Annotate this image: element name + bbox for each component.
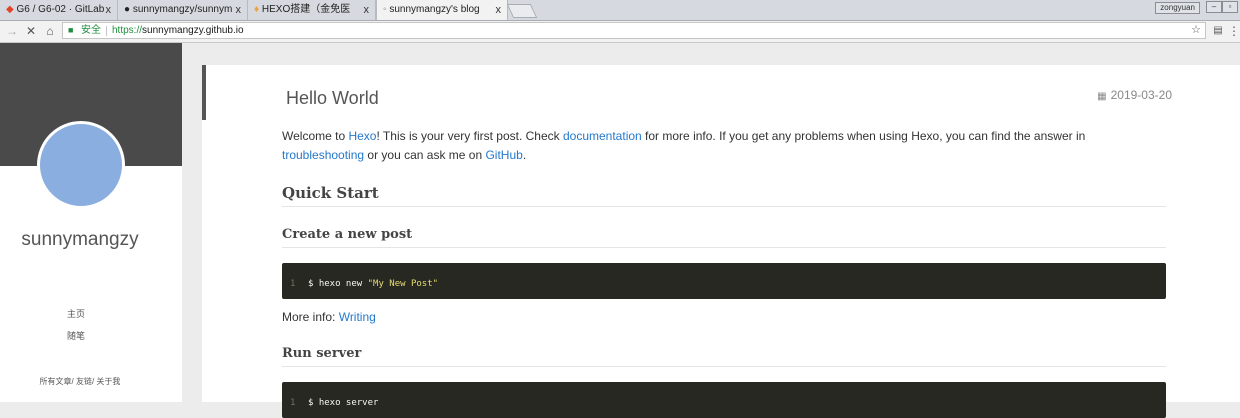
tab-github[interactable]: ● sunnymangzy/sunnym x — [118, 0, 248, 20]
sidebar-footer-links[interactable]: 所有文章/ 友链/ 关于我 — [0, 376, 160, 387]
tab-title: sunnymangzy/sunnym — [132, 4, 233, 15]
new-tab-button[interactable] — [506, 4, 538, 18]
page-favicon-icon: ♦ — [254, 4, 260, 15]
profile-badge[interactable]: zongyuan — [1155, 2, 1200, 14]
heading-run-server: Run server — [282, 344, 1166, 367]
nav-item-home[interactable]: 主页 — [0, 307, 152, 320]
lock-icon: ■ — [68, 25, 74, 35]
forward-icon[interactable]: → — [4, 23, 20, 39]
line-number: 1 — [290, 279, 296, 289]
github-icon: ● — [124, 4, 131, 15]
home-icon[interactable]: ⌂ — [42, 23, 58, 39]
tab-title: HEXO搭建（金免医 — [261, 4, 351, 15]
extension-icon[interactable]: ▤ — [1210, 23, 1226, 39]
github-link[interactable]: GitHub — [485, 148, 522, 162]
title-accent-bar — [202, 65, 206, 120]
tab-strip: ◆ G6 / G6-02 · GitLab x ● sunnymangzy/su… — [0, 0, 1240, 21]
sidebar: sunnymangzy 主页 随笔 所有文章/ 友链/ 关于我 — [0, 43, 182, 402]
restore-button[interactable]: ▫ — [1222, 1, 1238, 13]
menu-icon[interactable]: ⋮ — [1226, 23, 1240, 39]
close-tab-icon[interactable]: x — [496, 0, 502, 20]
close-tab-icon[interactable]: x — [364, 0, 370, 20]
tab-title: sunnymangzy's blog — [389, 4, 480, 15]
code-block-server[interactable]: 1 $ hexo server — [282, 382, 1166, 418]
heading-quick-start: Quick Start — [282, 184, 1166, 207]
url-text[interactable]: https://sunnymangzy.github.io — [112, 23, 244, 38]
nav-item-notes[interactable]: 随笔 — [0, 329, 152, 342]
address-bar[interactable]: ■ 安全 https://sunnymangzy.github.io ☆ — [62, 22, 1206, 39]
code-text: $ hexo new "My New Post" — [308, 279, 439, 289]
stop-icon[interactable]: ✕ — [23, 23, 39, 39]
writing-link[interactable]: Writing — [339, 310, 376, 324]
more-info-line: More info: Writing — [282, 310, 376, 324]
avatar[interactable] — [37, 121, 125, 209]
tab-title: G6 / G6-02 · GitLab — [16, 4, 105, 15]
line-number: 1 — [290, 398, 296, 408]
gitlab-icon: ◆ — [6, 4, 14, 15]
page-viewport: sunnymangzy 主页 随笔 所有文章/ 友链/ 关于我 Hello Wo… — [0, 43, 1240, 418]
address-separator — [106, 26, 107, 36]
close-tab-icon[interactable]: x — [106, 0, 112, 20]
heading-create-post: Create a new post — [282, 225, 1166, 248]
documentation-link[interactable]: documentation — [563, 129, 642, 143]
post-title[interactable]: Hello World — [286, 88, 379, 109]
intro-paragraph: Welcome to Hexo! This is your very first… — [282, 129, 1086, 162]
browser-toolbar: → ✕ ⌂ ■ 安全 https://sunnymangzy.github.io… — [0, 21, 1240, 43]
code-text: $ hexo server — [308, 398, 379, 408]
post-date: ▦ 2019-03-20 — [1097, 88, 1172, 102]
loading-icon: ◦ — [383, 4, 387, 15]
calendar-icon: ▦ — [1097, 91, 1107, 102]
code-block-new-post[interactable]: 1 $ hexo new "My New Post" — [282, 263, 1166, 299]
troubleshooting-link[interactable]: troubleshooting — [282, 148, 364, 162]
minimize-button[interactable]: – — [1206, 1, 1222, 13]
tab-gitlab[interactable]: ◆ G6 / G6-02 · GitLab x — [0, 0, 118, 20]
blog-name[interactable]: sunnymangzy — [0, 229, 160, 251]
hexo-link[interactable]: Hexo — [348, 129, 376, 143]
tab-hexo-article[interactable]: ♦ HEXO搭建（金免医 x — [248, 0, 376, 20]
bookmark-star-icon[interactable]: ☆ — [1191, 23, 1201, 38]
secure-label: 安全 — [81, 25, 101, 36]
post-container: Hello World ▦ 2019-03-20 Welcome to Hexo!… — [202, 65, 1240, 418]
close-tab-icon[interactable]: x — [236, 0, 242, 20]
tab-blog-active[interactable]: ◦ sunnymangzy's blog x — [376, 0, 508, 20]
